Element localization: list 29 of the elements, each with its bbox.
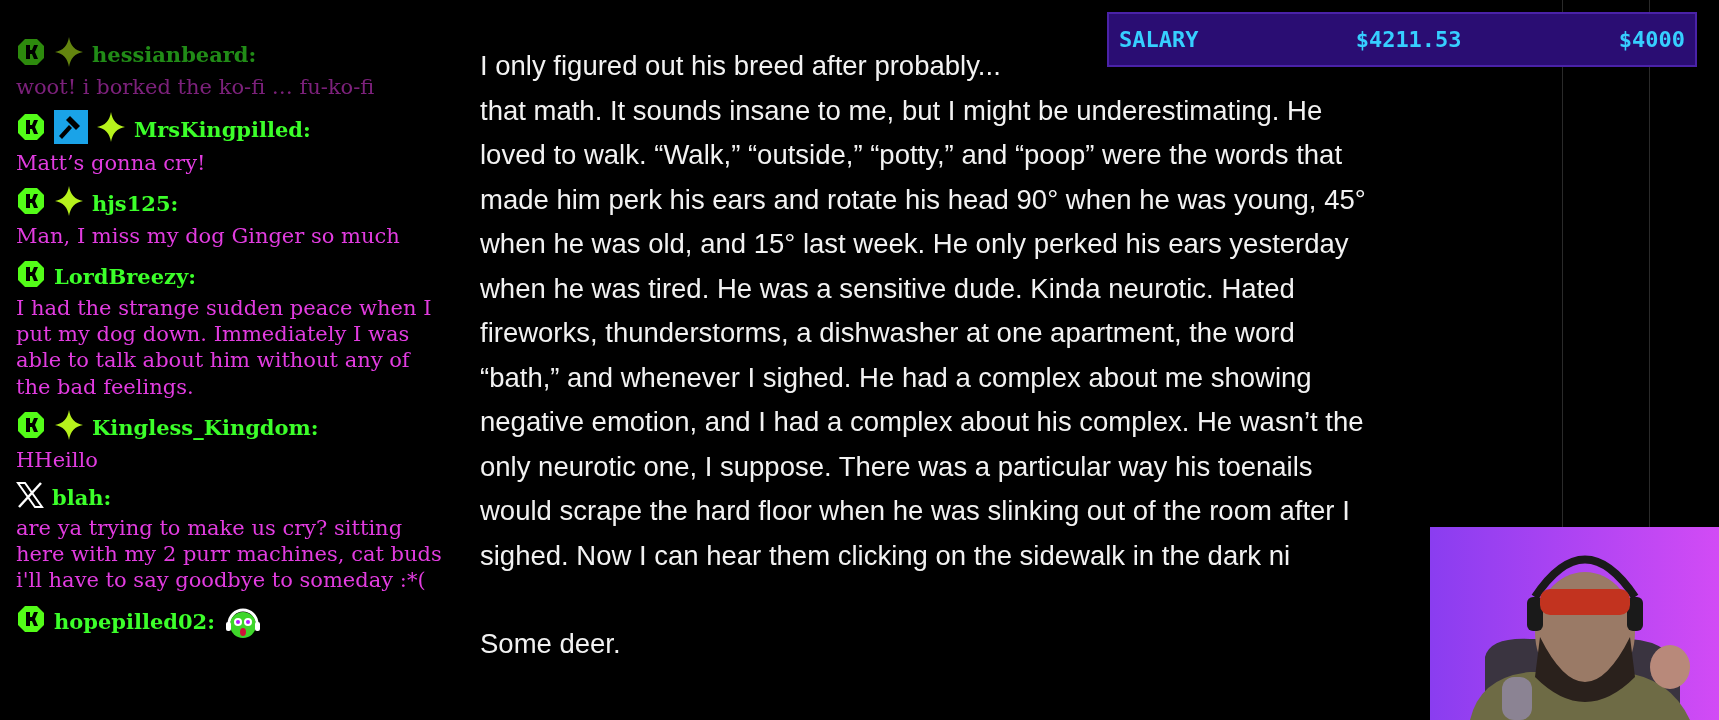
salary-current: $4211.53 bbox=[1355, 27, 1462, 52]
article-text-line: negative emotion, and I had a complex about his complex. He wasn’t the bbox=[480, 405, 1365, 439]
chat-username[interactable]: hjs125: bbox=[92, 191, 179, 218]
article-text-line: loved to walk. “Walk,” “outside,” “potty,” and “poop” were the words that bbox=[480, 138, 1344, 172]
article-text-line: only neurotic one, I suppose. There was a particular way his toenails bbox=[480, 449, 1314, 484]
chat-message: HHeillo bbox=[16, 447, 98, 474]
article-text-line: sighed. Now I can hear them clicking on the sidewalk in the dark ni bbox=[480, 538, 1292, 573]
article-text-line: “bath,” and whenever I sighed. He had a complex about me showing bbox=[480, 360, 1313, 395]
chat-message: are ya trying to make us cry? sitting here with my 2 purr machines, cat buds i'll have to say goodbye to someday :*( bbox=[16, 514, 443, 594]
salary-goal: $4000 bbox=[1618, 27, 1685, 52]
chat-message: Matt’s gonna cry! bbox=[16, 149, 206, 176]
article-text-line: made him perk his ears and rotate his head 90° when he was young, 45° bbox=[480, 182, 1367, 217]
chat-message: I had the strange sudden peace when I put my dog down. Immediately I was able to talk about him without any of the bad feelings. bbox=[16, 294, 433, 400]
article-text-line: I only figured out his breed after probably... bbox=[480, 49, 1002, 83]
salary-label: SALARY bbox=[1119, 27, 1199, 52]
article-text-line: when he was old, and 15° last week. He only perked his ears yesterday bbox=[480, 227, 1350, 261]
chat-username[interactable]: LordBreezy: bbox=[54, 263, 196, 290]
article-text-line: that math. It sounds insane to me, but I might be underestimating. He bbox=[480, 93, 1324, 128]
chat-username[interactable]: hessianbeard: bbox=[92, 42, 257, 69]
article-text-line: fireworks, thunderstorms, a dishwasher at one apartment, the word bbox=[480, 316, 1296, 350]
article-text-line: Some deer. bbox=[480, 627, 622, 661]
chat-username[interactable]: blah: bbox=[52, 485, 112, 512]
chat-message: woot! i borked the ko-fi … fu-ko-fi bbox=[16, 74, 375, 101]
chat-username[interactable]: MrsKingpilled: bbox=[134, 116, 311, 143]
chat-message: Man, I miss my dog Ginger so much bbox=[16, 223, 400, 250]
article-text-line: when he was tired. He was a sensitive dude. Kinda neurotic. Hated bbox=[480, 271, 1296, 306]
article-text-line: would scrape the hard floor when he was slinking out of the room after I bbox=[480, 494, 1351, 528]
chat-username[interactable]: hopepilled02: bbox=[54, 609, 215, 636]
chat-username[interactable]: Kingless_Kingdom: bbox=[92, 414, 319, 441]
